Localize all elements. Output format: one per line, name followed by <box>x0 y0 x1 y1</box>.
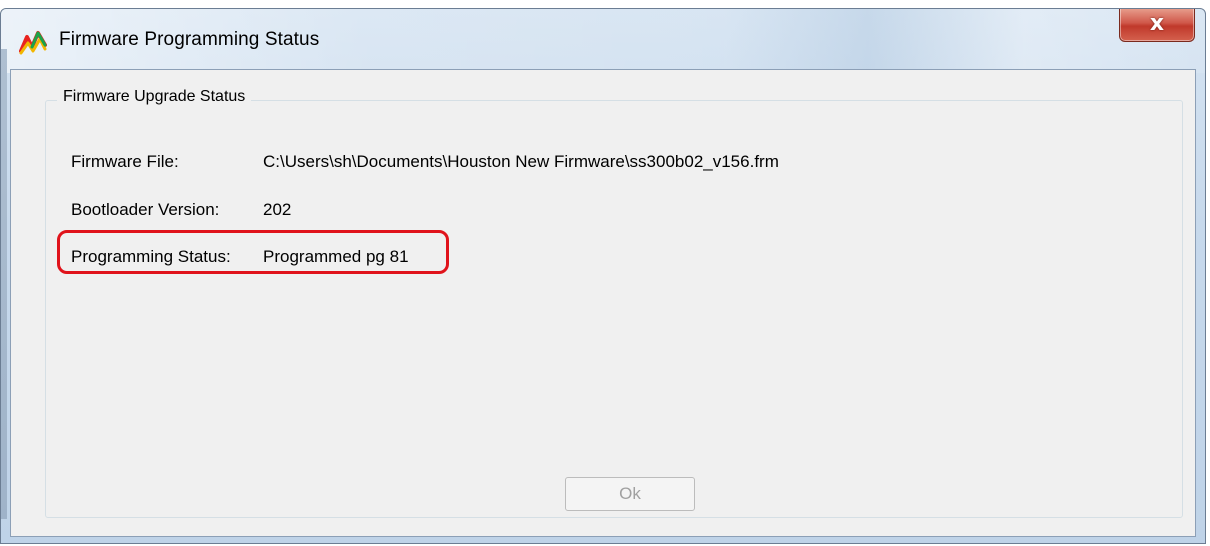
firmware-file-value: C:\Users\sh\Documents\Houston New Firmwa… <box>263 152 779 171</box>
window-title: Firmware Programming Status <box>59 29 320 50</box>
programming-status-label: Programming Status: <box>71 247 231 266</box>
programming-status-value: Programmed pg 81 <box>263 247 409 266</box>
dialog-window: Firmware Programming Status x Firmware U… <box>0 8 1206 544</box>
close-button[interactable]: x <box>1119 9 1195 42</box>
ok-button[interactable]: Ok <box>565 477 695 511</box>
dialog-client-area: Firmware Upgrade Status Firmware File: C… <box>10 69 1196 537</box>
window-left-border <box>1 49 7 519</box>
firmware-file-label: Firmware File: <box>71 152 179 171</box>
bootloader-version-value: 202 <box>263 200 292 219</box>
app-chart-icon <box>19 31 47 55</box>
groupbox-title: Firmware Upgrade Status <box>57 88 252 106</box>
title-bar[interactable]: Firmware Programming Status x <box>1 9 1205 69</box>
screenshot-root: Firmware Programming Status x Firmware U… <box>0 0 1210 546</box>
close-icon: x <box>1149 10 1165 36</box>
bootloader-version-label: Bootloader Version: <box>71 200 220 219</box>
